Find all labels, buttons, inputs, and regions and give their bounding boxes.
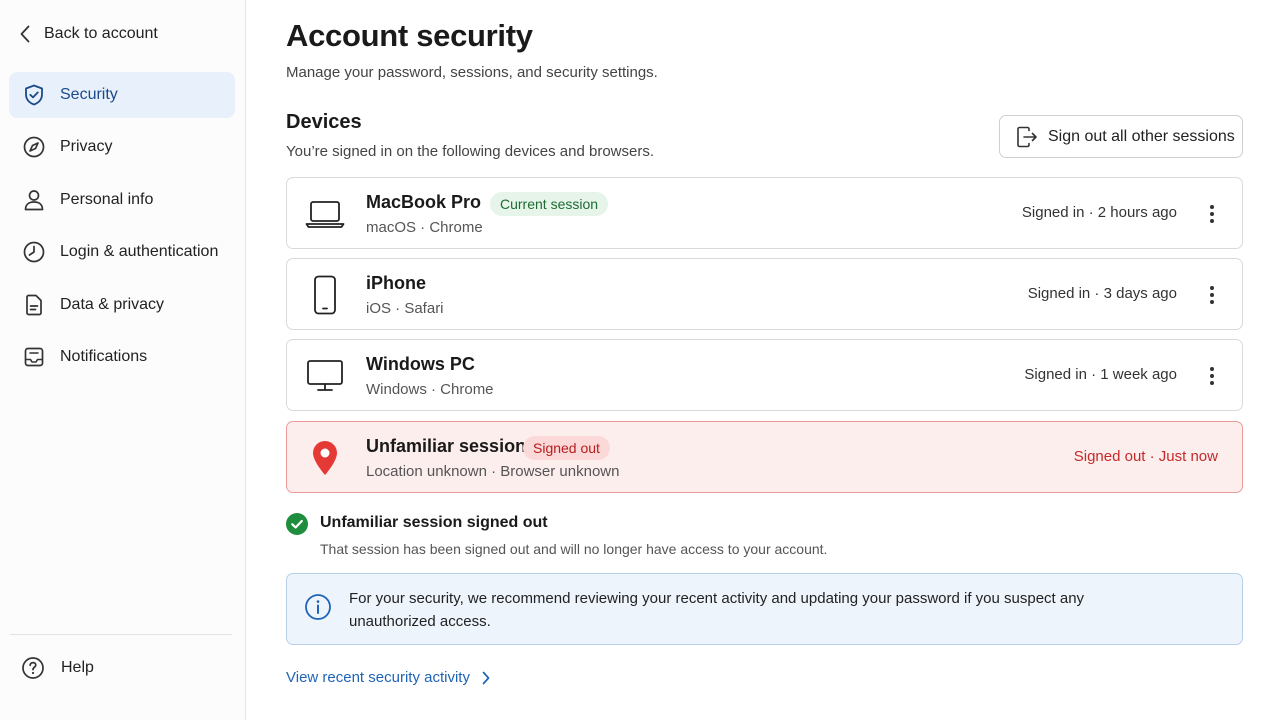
device-name: MacBook Pro — [366, 192, 482, 212]
info-icon — [305, 594, 331, 620]
sidebar-item-data-privacy[interactable]: Data & privacy — [9, 282, 235, 328]
laptop-icon — [305, 194, 345, 234]
device-meta: Location unknown · Browser unknown — [366, 463, 620, 480]
devices-title: Devices — [286, 111, 362, 133]
view-recent-security-activity-link[interactable]: View recent security activity — [286, 669, 490, 686]
more-options-icon[interactable] — [1202, 200, 1222, 228]
sidebar-divider — [10, 634, 232, 635]
device-meta: Windows · Chrome — [366, 381, 494, 398]
more-options-icon[interactable] — [1202, 362, 1222, 390]
sidebar-item-personal-info[interactable]: Personal info — [9, 177, 235, 223]
sidebar-item-notifications[interactable]: Notifications — [9, 334, 235, 380]
sidebar-item-label: Privacy — [60, 138, 113, 155]
sign-out-icon — [1017, 126, 1037, 147]
security-info-box: For your security, we recommend reviewin… — [286, 573, 1243, 645]
confirmation-title: Unfamiliar session signed out — [320, 514, 548, 531]
sidebar: Back to account Security Privacy Persona… — [0, 0, 246, 720]
help-label: Help — [61, 659, 94, 676]
location-pin-icon — [305, 438, 345, 478]
monitor-icon — [305, 356, 345, 396]
sidebar-item-label: Security — [60, 86, 118, 103]
sidebar-item-login-authentication[interactable]: Login & authentication — [9, 229, 235, 275]
device-meta: macOS · Chrome — [366, 219, 483, 236]
current-session-badge: Current session — [490, 192, 609, 216]
device-name: Unfamiliar session — [366, 436, 527, 456]
devices-subtitle: You’re signed in on the following device… — [286, 143, 655, 160]
shield-check-icon — [21, 82, 47, 108]
device-meta: iOS · Safari — [366, 300, 444, 317]
device-status: Signed in · 1 week ago — [1024, 366, 1177, 383]
sign-out-all-sessions-button[interactable]: Sign out all other sessions — [999, 115, 1243, 158]
document-icon — [21, 292, 47, 318]
compass-icon — [21, 134, 47, 160]
chevron-left-icon — [20, 25, 30, 43]
sidebar-item-label: Personal info — [60, 191, 154, 208]
phone-icon — [305, 275, 345, 315]
sidebar-item-label: Notifications — [60, 348, 148, 365]
device-status: Signed in · 3 days ago — [1027, 285, 1177, 302]
help-circle-icon — [20, 655, 46, 681]
page-title: Account security — [286, 18, 533, 53]
activity-link-label: View recent security activity — [286, 669, 470, 686]
sidebar-item-label: Login & authentication — [60, 243, 219, 260]
back-to-account-link[interactable]: Back to account — [20, 20, 158, 48]
sign-out-all-label: Sign out all other sessions — [1048, 127, 1235, 145]
device-status: Signed in · 2 hours ago — [1021, 204, 1177, 221]
sidebar-item-security[interactable]: Security — [9, 72, 235, 118]
person-icon — [21, 187, 47, 213]
clock-icon — [21, 239, 47, 265]
page-subtitle: Manage your password, sessions, and secu… — [286, 64, 658, 81]
back-label: Back to account — [44, 25, 158, 42]
sidebar-item-privacy[interactable]: Privacy — [9, 124, 235, 170]
more-options-icon[interactable] — [1202, 281, 1222, 309]
sidebar-item-label: Data & privacy — [60, 296, 165, 313]
notification-panel-icon — [21, 344, 47, 370]
device-row-macbook[interactable]: MacBook Pro Current session macOS · Chro… — [286, 177, 1243, 249]
main-content: Account security Manage your password, s… — [286, 0, 1246, 720]
help-link[interactable]: Help — [20, 655, 94, 681]
device-name: iPhone — [366, 273, 427, 293]
device-row-windows-pc[interactable]: Windows PC Windows · Chrome Signed in · … — [286, 339, 1243, 411]
device-row-iphone[interactable]: iPhone iOS · Safari Signed in · 3 days a… — [286, 258, 1243, 330]
chevron-right-icon — [482, 671, 490, 684]
device-row-unfamiliar-session[interactable]: Unfamiliar session Signed out Location u… — [286, 421, 1243, 493]
info-text: For your security, we recommend reviewin… — [349, 590, 1085, 630]
signed-out-badge: Signed out — [523, 436, 610, 460]
device-status: Signed out · Just now — [1073, 448, 1218, 465]
device-name: Windows PC — [366, 354, 475, 374]
check-circle-icon — [286, 513, 308, 535]
confirmation-text: That session has been signed out and wil… — [320, 541, 828, 557]
